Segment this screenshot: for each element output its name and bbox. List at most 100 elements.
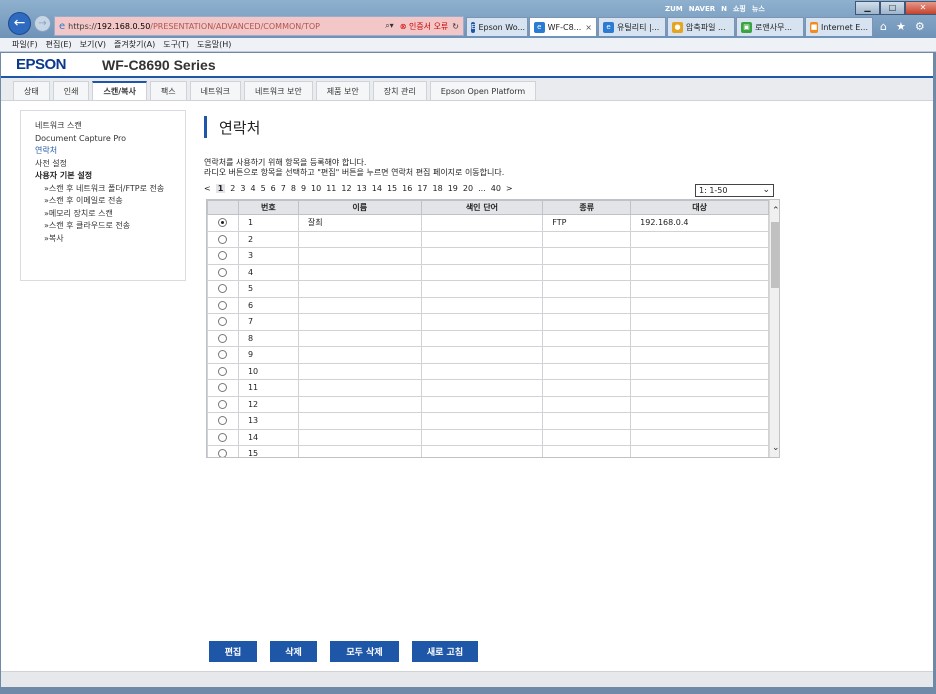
browser-tab[interactable]: e 유틸리티 |... <box>598 17 666 36</box>
edit-button[interactable]: 편집 <box>209 641 257 662</box>
pager-page[interactable]: 12 <box>341 184 351 193</box>
pager-page[interactable]: 40 <box>491 184 501 193</box>
table-row[interactable]: 8 <box>207 329 769 347</box>
pager-page[interactable]: 4 <box>250 184 255 193</box>
table-row[interactable]: 6 <box>207 296 769 314</box>
radio-button[interactable] <box>218 333 228 343</box>
pager-page[interactable]: 13 <box>357 184 367 193</box>
delete-button[interactable]: 삭제 <box>270 641 317 662</box>
settings-gear-icon[interactable]: ⚙ <box>915 20 925 33</box>
top-link[interactable]: 쇼핑 <box>730 4 749 14</box>
sidebar-item[interactable]: Document Capture Pro <box>35 133 171 146</box>
pager-page[interactable]: 9 <box>301 184 306 193</box>
browser-tab[interactable]: e WF-C8... × <box>529 17 597 36</box>
delete-all-button[interactable]: 모두 삭제 <box>330 641 399 662</box>
radio-button[interactable] <box>218 416 228 426</box>
nav-tab[interactable]: 스캔/복사 <box>92 81 147 100</box>
pager-page[interactable]: 16 <box>402 184 412 193</box>
magnifier-icon[interactable]: ⌕▾ <box>385 21 394 31</box>
menu-item[interactable]: 도구(T) <box>163 39 189 50</box>
nav-tab[interactable]: Epson Open Platform <box>429 81 537 100</box>
row-select-cell[interactable] <box>207 379 239 397</box>
sidebar-item[interactable]: 네트워크 스캔 <box>35 120 171 133</box>
scroll-up-icon[interactable]: ⌃ <box>772 206 779 216</box>
sidebar-item[interactable]: »스캔 후 클라우드로 전송 <box>35 220 171 233</box>
radio-button[interactable] <box>218 267 228 277</box>
pager-page[interactable]: 5 <box>261 184 266 193</box>
row-select-cell[interactable] <box>207 230 239 248</box>
nav-tab[interactable]: 팩스 <box>149 81 187 100</box>
nav-tab[interactable]: 상태 <box>13 81 50 100</box>
top-link[interactable]: ZUM <box>662 5 686 13</box>
pager-page[interactable]: 10 <box>311 184 321 193</box>
browser-tab[interactable]: ● 압축파일 ... <box>667 17 735 36</box>
browser-tab[interactable]: ■ Internet E... <box>805 17 873 36</box>
browser-tab[interactable]: E Epson Wo... <box>466 17 528 36</box>
radio-button[interactable] <box>218 350 228 360</box>
address-bar[interactable]: e https://192.168.0.50/PRESENTATION/ADVA… <box>54 16 464 36</box>
table-row[interactable]: 10 <box>207 362 769 380</box>
table-row[interactable]: 13 <box>207 412 769 430</box>
sidebar-item[interactable]: »스캔 후 네트워크 폴더/FTP로 전송 <box>35 183 171 196</box>
table-row[interactable]: 2 <box>207 230 769 248</box>
table-row[interactable]: 4 <box>207 263 769 281</box>
scroll-down-icon[interactable]: ⌄ <box>772 443 779 453</box>
radio-button[interactable] <box>218 300 228 310</box>
pager-page[interactable]: 6 <box>271 184 276 193</box>
nav-tab[interactable]: 네트워크 보안 <box>244 81 313 100</box>
sidebar-item[interactable]: 연락처 <box>35 145 171 158</box>
menu-item[interactable]: 즐겨찾기(A) <box>114 39 155 50</box>
cert-error-label[interactable]: ⊗ 인증서 오류 <box>400 21 449 32</box>
radio-button[interactable] <box>218 449 228 457</box>
pager-page[interactable]: 19 <box>448 184 458 193</box>
radio-button[interactable] <box>218 366 228 376</box>
favorites-star-icon[interactable]: ★ <box>896 20 906 33</box>
back-button[interactable]: ← <box>8 12 31 35</box>
radio-button[interactable] <box>218 251 228 261</box>
nav-tab[interactable]: 인쇄 <box>52 81 90 100</box>
menu-item[interactable]: 도움말(H) <box>197 39 231 50</box>
row-select-cell[interactable] <box>207 296 239 314</box>
sidebar-item[interactable]: »복사 <box>35 233 171 246</box>
pager-page[interactable]: 18 <box>433 184 443 193</box>
sidebar-item[interactable]: »메모리 장치로 스캔 <box>35 208 171 221</box>
pager-page[interactable]: 15 <box>387 184 397 193</box>
forward-button[interactable]: → <box>34 15 51 32</box>
row-select-cell[interactable] <box>207 214 239 232</box>
minimize-button[interactable]: ▁ <box>855 1 880 15</box>
range-select[interactable]: 1: 1-50 ⌄ <box>695 184 774 197</box>
tab-close-icon[interactable]: × <box>585 23 592 32</box>
pager-prev[interactable]: < <box>204 184 211 193</box>
table-row[interactable]: 3 <box>207 247 769 265</box>
radio-button[interactable] <box>218 284 228 294</box>
maximize-button[interactable]: □ <box>880 1 905 15</box>
menu-item[interactable]: 파일(F) <box>12 39 38 50</box>
top-link[interactable]: NAVER <box>686 5 718 13</box>
pager-page[interactable]: 3 <box>240 184 245 193</box>
row-select-cell[interactable] <box>207 346 239 364</box>
row-select-cell[interactable] <box>207 428 239 446</box>
pager-page[interactable]: 20 <box>463 184 473 193</box>
radio-button[interactable] <box>218 317 228 327</box>
table-row[interactable]: 12 <box>207 395 769 413</box>
nav-tab[interactable]: 장치 관리 <box>372 81 427 100</box>
radio-button[interactable] <box>218 218 228 228</box>
table-row[interactable]: 1 잘최 FTP 192.168.0.4 <box>207 214 769 232</box>
row-select-cell[interactable] <box>207 329 239 347</box>
pager-next[interactable]: > <box>506 184 513 193</box>
radio-button[interactable] <box>218 432 228 442</box>
row-select-cell[interactable] <box>207 412 239 430</box>
row-select-cell[interactable] <box>207 313 239 331</box>
table-row[interactable]: 7 <box>207 313 769 331</box>
refresh-button[interactable]: 새로 고침 <box>412 641 478 662</box>
pager-page[interactable]: 1 <box>215 184 226 193</box>
menu-item[interactable]: 편집(E) <box>46 39 72 50</box>
pager-page[interactable]: 7 <box>281 184 286 193</box>
row-select-cell[interactable] <box>207 247 239 265</box>
nav-tab[interactable]: 제품 보안 <box>315 81 370 100</box>
radio-button[interactable] <box>218 234 228 244</box>
close-button[interactable]: ✕ <box>905 1 936 15</box>
refresh-icon[interactable]: ↻ <box>452 22 459 31</box>
radio-button[interactable] <box>218 383 228 393</box>
pager-page[interactable]: 2 <box>230 184 235 193</box>
